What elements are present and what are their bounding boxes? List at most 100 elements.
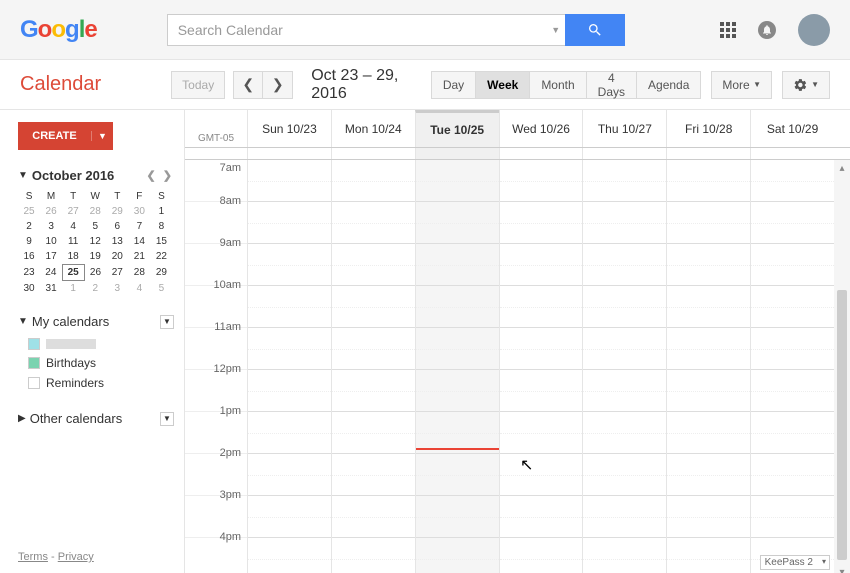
mini-day[interactable]: 31 [40,281,62,297]
time-slot[interactable] [583,160,666,202]
allday-cell[interactable] [499,148,583,159]
mini-day[interactable]: 15 [150,234,172,249]
mini-day[interactable]: 1 [62,281,84,297]
time-slot[interactable] [332,202,415,244]
mini-day[interactable]: 2 [18,219,40,234]
mini-day[interactable]: 12 [84,234,106,249]
mini-day[interactable]: 20 [106,249,128,265]
mini-day[interactable]: 8 [150,219,172,234]
mini-day[interactable]: 4 [128,281,150,297]
time-slot[interactable] [332,244,415,286]
other-calendars-toggle[interactable]: ▶ Other calendars ▼ [18,411,174,426]
time-slot[interactable] [751,496,834,538]
time-slot[interactable] [248,202,331,244]
calendar-item[interactable]: Reminders [18,373,174,393]
mini-day[interactable]: 28 [84,204,106,219]
mini-day[interactable]: 5 [150,281,172,297]
mini-day[interactable]: 29 [106,204,128,219]
time-slot[interactable] [248,160,331,202]
create-button[interactable]: CREATE ▼ [18,122,113,150]
time-slot[interactable] [332,328,415,370]
time-slot[interactable] [667,412,750,454]
time-slot[interactable] [751,244,834,286]
time-slot[interactable] [667,538,750,573]
time-slot[interactable] [416,202,499,244]
mini-day[interactable]: 3 [40,219,62,234]
time-slot[interactable] [416,454,499,496]
time-slot[interactable] [332,538,415,573]
time-slot[interactable] [667,286,750,328]
time-slot[interactable] [416,244,499,286]
my-calendars-toggle[interactable]: ▼ My calendars ▼ [18,314,174,329]
terms-link[interactable]: Terms [18,551,48,563]
allday-cell[interactable] [331,148,415,159]
time-slot[interactable] [751,202,834,244]
time-slot[interactable] [500,328,583,370]
time-slot[interactable] [751,370,834,412]
allday-cell[interactable] [750,148,834,159]
next-button[interactable]: ❯ [263,71,293,99]
view-day[interactable]: Day [431,71,476,99]
time-slot[interactable] [332,370,415,412]
mini-day[interactable]: 10 [40,234,62,249]
time-slot[interactable] [248,370,331,412]
calendar-item[interactable]: Birthdays [18,353,174,373]
more-button[interactable]: More ▼ [711,71,772,99]
time-slot[interactable] [416,160,499,202]
time-slot[interactable] [416,538,499,573]
view-agenda[interactable]: Agenda [637,71,701,99]
time-slot[interactable] [583,412,666,454]
scrollbar-thumb[interactable] [837,290,847,560]
mini-day[interactable]: 7 [128,219,150,234]
allday-cell[interactable] [415,148,499,159]
time-slot[interactable] [332,496,415,538]
mini-day[interactable]: 18 [62,249,84,265]
mini-day[interactable]: 21 [128,249,150,265]
day-header[interactable]: Wed 10/26 [499,110,583,147]
allday-cell[interactable] [666,148,750,159]
time-slot[interactable] [667,454,750,496]
day-header[interactable]: Thu 10/27 [582,110,666,147]
settings-button[interactable]: ▼ [782,71,830,99]
notifications-icon[interactable] [758,21,776,39]
mini-day[interactable]: 23 [18,265,40,281]
mini-day[interactable]: 30 [128,204,150,219]
mini-day[interactable]: 24 [40,265,62,281]
time-slot[interactable] [751,412,834,454]
dropdown-icon[interactable]: ▼ [160,315,174,329]
time-slot[interactable] [332,160,415,202]
allday-cell[interactable] [582,148,666,159]
time-slot[interactable] [583,328,666,370]
mini-day[interactable]: 13 [106,234,128,249]
mini-day[interactable]: 30 [18,281,40,297]
search-dropdown-icon[interactable]: ▼ [547,14,565,46]
time-slot[interactable] [667,160,750,202]
mini-day[interactable]: 3 [106,281,128,297]
mini-day[interactable]: 26 [84,265,106,281]
view-4days[interactable]: 4 Days [587,71,637,99]
mini-day[interactable]: 22 [150,249,172,265]
view-week[interactable]: Week [476,71,530,99]
scrollbar[interactable]: ▴ ▾ [834,160,850,573]
time-slot[interactable] [248,328,331,370]
time-slot[interactable] [500,286,583,328]
privacy-link[interactable]: Privacy [58,551,94,563]
mini-day[interactable]: 19 [84,249,106,265]
time-slot[interactable] [583,496,666,538]
mini-day[interactable]: 11 [62,234,84,249]
mini-day[interactable]: 6 [106,219,128,234]
day-header[interactable]: Fri 10/28 [666,110,750,147]
time-slot[interactable] [751,286,834,328]
view-month[interactable]: Month [530,71,586,99]
scroll-up-icon[interactable]: ▴ [834,160,850,176]
mini-prev[interactable]: ❮ [145,170,158,182]
search-input[interactable] [167,14,547,46]
mini-day[interactable]: 9 [18,234,40,249]
time-slot[interactable] [332,412,415,454]
today-button[interactable]: Today [171,71,225,99]
search-button[interactable] [565,14,625,46]
mini-day[interactable]: 27 [106,265,128,281]
time-slot[interactable] [667,328,750,370]
mini-day[interactable]: 1 [150,204,172,219]
time-slot[interactable] [583,202,666,244]
